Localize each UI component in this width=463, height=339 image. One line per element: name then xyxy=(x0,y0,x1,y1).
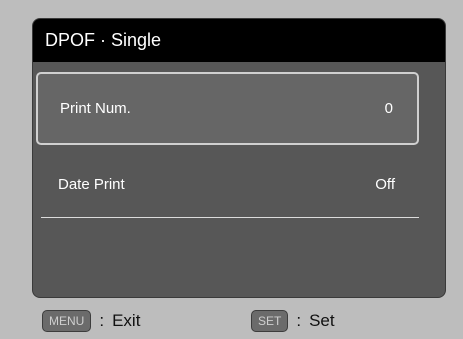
menu-item-label: Print Num. xyxy=(60,100,131,117)
menu-item-label: Date Print xyxy=(58,175,125,193)
exit-hint: MENU : Exit xyxy=(42,310,140,332)
menu-title: DPOF · Single xyxy=(33,19,445,62)
hint-separator: : xyxy=(296,311,302,330)
button-hints: MENU : Exit SET : Set xyxy=(0,303,463,339)
exit-label: Exit xyxy=(112,311,141,330)
menu-item-value: 0 xyxy=(384,100,393,117)
menu-item-date-print[interactable]: Date Print Off xyxy=(36,153,419,215)
divider xyxy=(41,217,419,218)
menu-button-key[interactable]: MENU xyxy=(42,310,92,332)
set-label: Set xyxy=(309,311,335,330)
hint-separator: : xyxy=(99,311,105,330)
menu-item-value: Off xyxy=(375,175,395,193)
set-button-key[interactable]: SET xyxy=(251,310,289,332)
set-hint: SET : Set xyxy=(251,310,335,332)
menu-item-print-num[interactable]: Print Num. 0 xyxy=(36,72,419,145)
camera-screen: DPOF · Single Print Num. 0 Date Print Of… xyxy=(33,19,445,297)
